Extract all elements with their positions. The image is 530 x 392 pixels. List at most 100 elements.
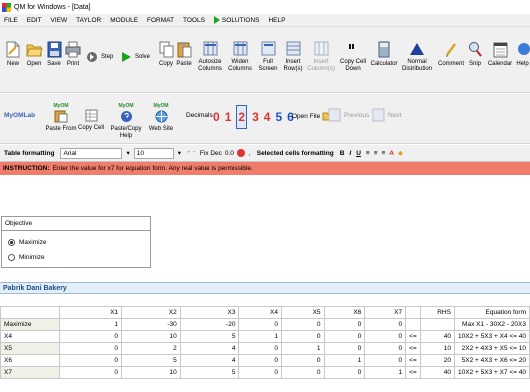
minimize-radio[interactable]: Minimize <box>8 254 45 261</box>
table-cell[interactable] <box>405 318 421 331</box>
menu-help[interactable]: HELP <box>268 17 285 24</box>
align-right-icon[interactable]: ≡ <box>382 150 386 157</box>
table-cell[interactable]: 5 <box>179 330 240 343</box>
help-button[interactable]: Help <box>515 41 530 68</box>
table-cell[interactable]: 40 <box>419 366 455 379</box>
table-cell[interactable]: 0 <box>323 318 366 331</box>
table-cell[interactable]: -20 <box>179 318 240 331</box>
table-cell[interactable]: 0 <box>323 366 366 379</box>
new-button[interactable]: New <box>4 41 22 68</box>
decimal-5[interactable]: 5 <box>275 110 282 124</box>
previous-button[interactable]: Previous <box>328 108 369 122</box>
copy-button[interactable]: Copy <box>158 41 174 68</box>
table-cell[interactable]: 10 <box>121 330 181 343</box>
table-cell[interactable]: 0 <box>364 318 407 331</box>
myomlab-button[interactable]: MyOMLab <box>4 112 35 119</box>
underline-button[interactable]: U <box>356 150 361 157</box>
table-cell[interactable]: <= <box>405 366 421 379</box>
table-cell[interactable]: 2 <box>121 342 181 355</box>
copy-cell-down-button[interactable]: Copy Cell Down <box>338 41 368 73</box>
table-cell[interactable]: 0 <box>58 330 123 343</box>
save-button[interactable]: Save <box>45 41 63 68</box>
menu-solutions[interactable]: SOLUTIONS <box>213 16 259 24</box>
row-label[interactable]: X4 <box>0 330 60 343</box>
paste-from-button[interactable]: MyOM Paste From <box>45 103 77 133</box>
fill-color-icon[interactable]: ◆ <box>398 149 403 157</box>
table-cell[interactable]: 0 <box>323 342 366 355</box>
row-label[interactable]: X6 <box>0 354 60 367</box>
table-cell[interactable]: -30 <box>121 318 181 331</box>
row-label[interactable]: X5 <box>0 342 60 355</box>
menu-module[interactable]: MODULE <box>110 17 138 24</box>
full-screen-button[interactable]: Full Screen <box>256 41 280 73</box>
decimal-0[interactable]: 0 <box>213 110 220 124</box>
table-cell[interactable]: 4 <box>179 354 240 367</box>
table-cell[interactable]: 1 <box>364 366 407 379</box>
table-cell[interactable]: 0 <box>281 366 325 379</box>
paste-copy-help-button[interactable]: MyOM Paste/Copy Help <box>106 103 146 140</box>
decimal-1[interactable]: 1 <box>225 110 232 124</box>
decimal-3[interactable]: 3 <box>252 110 259 124</box>
decimal-2[interactable]: 2 <box>236 105 248 129</box>
table-cell[interactable]: 1 <box>281 342 325 355</box>
table-cell[interactable]: 0 <box>364 342 407 355</box>
table-cell[interactable]: 0 <box>58 366 123 379</box>
table-cell[interactable]: 40 <box>419 330 455 343</box>
table-cell[interactable]: 0 <box>281 318 325 331</box>
fix-dec-value[interactable]: 0.0 <box>225 150 234 157</box>
table-cell[interactable]: 0 <box>281 354 325 367</box>
table-cell[interactable]: 0 <box>281 330 325 343</box>
increase-decimals-icon[interactable]: ⁺ <box>187 149 190 157</box>
insert-rows-button[interactable]: Insert Row(s) <box>281 41 305 73</box>
zero-toggle-icon[interactable] <box>236 149 245 157</box>
menu-format[interactable]: FORMAT <box>147 17 174 24</box>
bold-button[interactable]: B <box>340 150 345 157</box>
snip-button[interactable]: Snip <box>466 41 484 68</box>
menu-tools[interactable]: TOOLS <box>183 17 205 24</box>
menu-edit[interactable]: EDIT <box>27 17 42 24</box>
table-cell[interactable]: <= <box>405 342 421 355</box>
font-size-arrow-icon[interactable]: ▾ <box>178 149 181 157</box>
table-cell[interactable]: <= <box>405 330 421 343</box>
table-cell[interactable]: 1 <box>238 330 282 343</box>
row-label[interactable]: Maximize <box>0 318 60 331</box>
web-site-button[interactable]: MyOM Web Site <box>146 103 176 133</box>
print-button[interactable]: Print <box>64 41 82 68</box>
table-cell[interactable]: 0 <box>238 318 282 331</box>
table-cell[interactable]: 5 <box>121 354 181 367</box>
menu-file[interactable]: FILE <box>4 17 18 24</box>
align-left-icon[interactable]: ≡ <box>366 150 370 157</box>
font-color-icon[interactable]: A <box>389 150 394 157</box>
menu-view[interactable]: VIEW <box>51 17 68 24</box>
maximize-radio[interactable]: Maximize <box>8 239 46 246</box>
table-cell[interactable]: 10 <box>419 342 455 355</box>
calendar-button[interactable]: Calendar <box>486 41 514 68</box>
table-cell[interactable]: 0 <box>364 330 407 343</box>
table-cell[interactable] <box>419 318 455 331</box>
table-cell[interactable]: 5 <box>179 366 240 379</box>
font-select[interactable]: Arial <box>60 147 123 159</box>
insert-columns-button[interactable]: Insert Column(s) <box>306 41 336 73</box>
step-button[interactable]: Step <box>86 51 118 63</box>
table-cell[interactable]: 10 <box>121 366 181 379</box>
normal-distribution-button[interactable]: Normal Distribution <box>401 41 433 73</box>
autosize-columns-button[interactable]: Autosize Columns <box>196 41 224 73</box>
menu-taylor[interactable]: TAYLOR <box>76 17 101 24</box>
table-cell[interactable]: 0 <box>238 342 282 355</box>
table-cell[interactable]: 0 <box>58 354 123 367</box>
table-cell[interactable]: 0 <box>323 330 366 343</box>
paste-button[interactable]: Paste <box>175 41 193 68</box>
widen-columns-button[interactable]: Widen Columns <box>226 41 254 73</box>
solve-button[interactable]: Solve <box>121 51 155 63</box>
decimal-4[interactable]: 4 <box>264 110 271 124</box>
table-cell[interactable]: 1 <box>58 318 123 331</box>
comment-button[interactable]: Comment <box>436 41 466 68</box>
table-cell[interactable]: 4 <box>179 342 240 355</box>
font-select-arrow-icon[interactable]: ▾ <box>126 149 129 157</box>
table-cell[interactable]: 1 <box>323 354 366 367</box>
table-cell[interactable]: 0 <box>238 354 282 367</box>
copy-cell-button[interactable]: Copy Cell <box>77 109 105 132</box>
decrease-decimals-icon[interactable]: ⁻ <box>192 149 195 157</box>
open-button[interactable]: Open <box>24 41 44 68</box>
table-cell[interactable]: 0 <box>364 354 407 367</box>
